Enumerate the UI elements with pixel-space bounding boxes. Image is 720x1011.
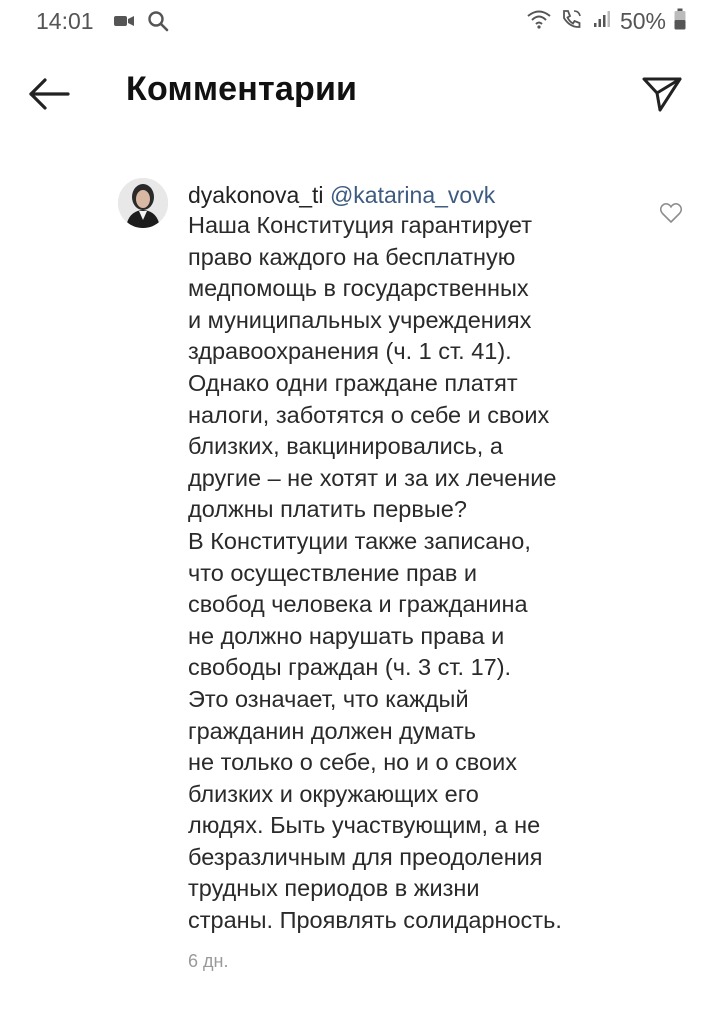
- call-signal-icon: [560, 8, 584, 35]
- avatar[interactable]: [118, 178, 168, 228]
- page-title: Комментарии: [126, 70, 358, 108]
- status-bar: 14:01 50%: [0, 0, 720, 42]
- battery-icon: [674, 8, 686, 35]
- comment-mention[interactable]: @katarina_vovk: [330, 182, 495, 208]
- video-camera-icon: [113, 13, 135, 34]
- comment-text: Наша Конституция гарантирует право каждо…: [188, 212, 562, 934]
- search-icon: [147, 10, 169, 37]
- back-button[interactable]: [26, 74, 72, 114]
- status-right: 50%: [526, 8, 686, 35]
- header: Комментарии: [0, 60, 720, 126]
- cell-signal-icon: [592, 9, 612, 34]
- arrow-left-icon: [26, 78, 72, 118]
- status-time: 14:01: [36, 8, 94, 34]
- comment-header: dyakonova_ti @katarina_vovk: [188, 180, 638, 210]
- heart-outline-icon: [658, 202, 684, 230]
- battery-percent: 50%: [619, 8, 666, 34]
- comment-username[interactable]: dyakonova_ti: [188, 182, 324, 208]
- like-button[interactable]: [658, 200, 684, 226]
- send-icon: [640, 77, 684, 120]
- comment-body: dyakonova_ti @katarina_vovk Наша Констит…: [188, 180, 638, 972]
- comment-time: 6 дн.: [188, 950, 229, 971]
- wifi-icon: [526, 9, 552, 34]
- status-left-icons: [113, 10, 169, 37]
- share-button[interactable]: [640, 72, 684, 116]
